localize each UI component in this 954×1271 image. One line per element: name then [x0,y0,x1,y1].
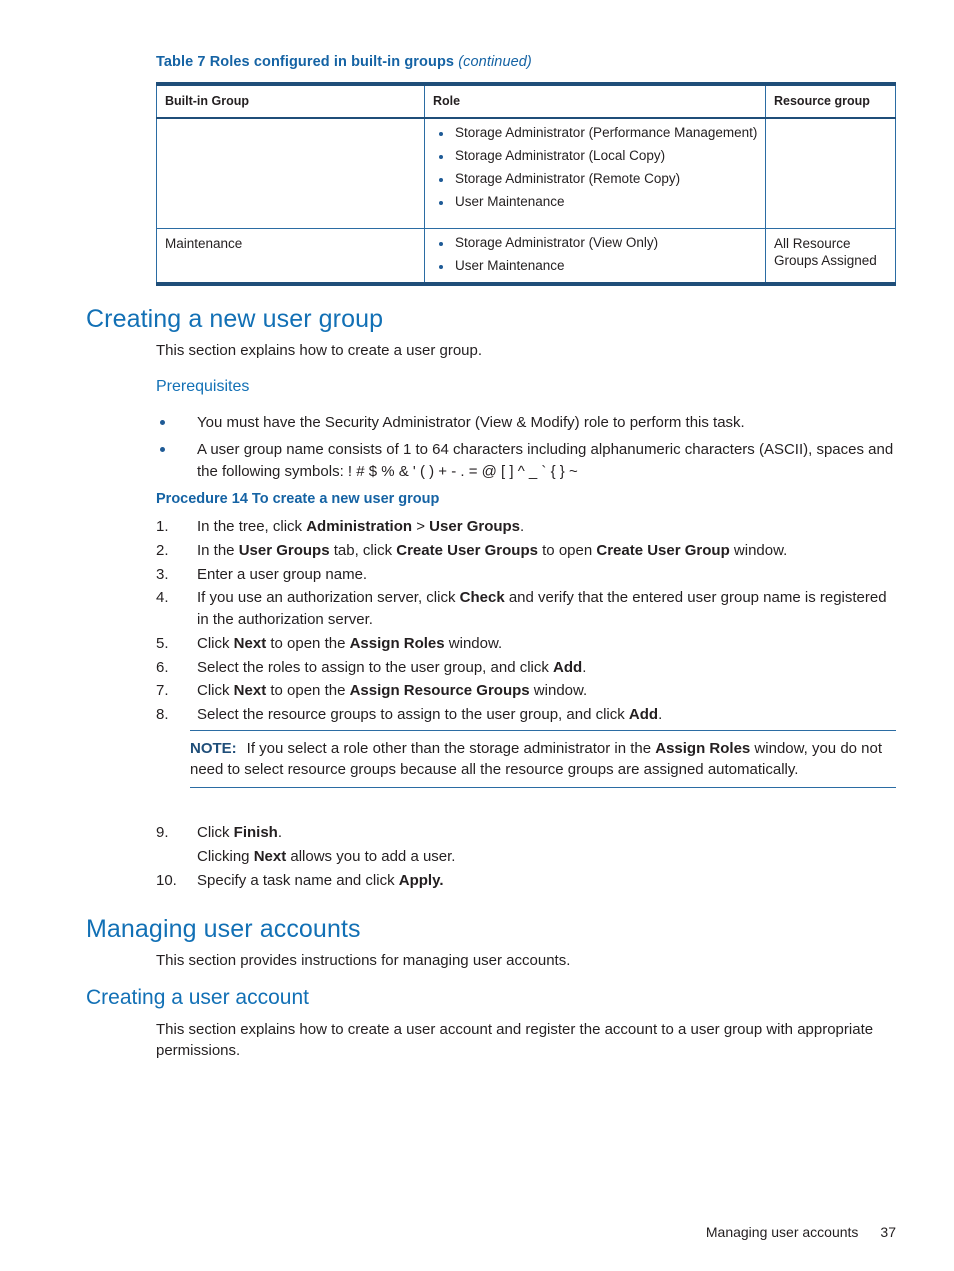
step-text: In the tree, click Administration > User… [197,518,525,535]
list-item: User Maintenance [433,194,757,211]
list-item: 5. Click Next to open the Assign Roles w… [156,633,896,655]
note-text: If you select a role other than the stor… [190,740,883,779]
table-row: Storage Administrator (Performance Manag… [156,117,896,229]
cell-resource-group: All Resource Groups Assigned [765,228,896,286]
cell-text: Maintenance [165,235,243,251]
procedure-steps-1-8: 1. In the tree, click Administration > U… [156,516,896,728]
step-number: 4. [156,589,169,607]
cell-built-in-group: Maintenance [156,228,425,286]
cell-text: All Resource Groups Assigned [774,235,877,269]
step-number: 2. [156,541,169,559]
step-text: Specify a task name and click Apply. [197,871,444,889]
intro-paragraph-creating-user-account: This section explains how to create a us… [156,1021,874,1060]
list-item: 7. Click Next to open the Assign Resourc… [156,680,896,702]
roles-table: Built-in Group Role Resource group Stora… [156,82,896,286]
procedure-steps-9-10: 9. Click Finish. Clicking Next allows yo… [156,822,896,893]
list-item: Storage Administrator (Local Copy) [433,148,757,165]
table-caption-continued: (continued) [458,54,532,70]
table-caption-main: Table 7 Roles configured in built-in gro… [156,54,455,70]
step-number: 9. [156,824,169,841]
procedure-heading: Procedure 14 To create a new user group [156,491,440,507]
role-list: Storage Administrator (Performance Manag… [433,125,757,211]
page-title-creating-user-group: Creating a new user group [86,305,384,333]
list-item: 4. If you use an authorization server, c… [156,587,896,631]
list-item: Storage Administrator (Remote Copy) [433,171,757,188]
list-item: User Maintenance [433,258,757,275]
intro-paragraph-user-group: This section explains how to create a us… [156,342,483,359]
column-header-role: Role [424,82,766,119]
footer-section-label: Managing user accounts [705,1224,859,1240]
list-item: You must have the Security Administrator… [156,412,896,433]
note-block: NOTE: If you select a role other than the… [190,730,896,788]
page-title-managing-user-accounts: Managing user accounts [86,915,361,943]
list-item: 3. Enter a user group name. [156,564,896,586]
step-number: 8. [156,706,169,723]
list-item: 2. In the User Groups tab, click Create … [156,540,896,562]
list-item: A user group name consists of 1 to 64 ch… [156,439,896,482]
prerequisites-list: You must have the Security Administrator… [156,412,896,488]
step-text: Click Next to open the Assign Resource G… [197,682,588,700]
cell-resource-group [765,117,896,229]
table-caption: Table 7 Roles configured in built-in gro… [156,54,532,70]
note-rule-bottom [190,786,896,788]
list-item: Storage Administrator (Performance Manag… [433,125,757,142]
step-number: 1. [156,518,169,535]
list-item: 8. Select the resource groups to assign … [156,704,896,726]
step-text: In the User Groups tab, click Create Use… [197,541,788,559]
step-text: Select the roles to assign to the user g… [197,658,587,676]
note-label: NOTE: [190,740,237,757]
table-header-row: Built-in Group Role Resource group [156,82,896,119]
intro-paragraph-user-accounts: This section provides instructions for m… [156,952,571,969]
table-row: Maintenance Storage Administrator (View … [156,228,896,286]
step-subtext: Clicking Next allows you to add a user. [197,847,456,865]
step-text: Select the resource groups to assign to … [197,706,663,723]
step-number: 7. [156,682,169,700]
step-number: 10. [156,871,177,889]
step-text: Enter a user group name. [197,565,368,583]
list-item: 1. In the tree, click Administration > U… [156,516,896,538]
section-heading-creating-user-account: Creating a user account [86,986,309,1009]
cell-role: Storage Administrator (Performance Manag… [424,117,766,229]
page-footer: Managing user accounts 37 [0,1224,896,1240]
list-item: Storage Administrator (View Only) [433,235,757,252]
step-text: If you use an authorization server, clic… [197,589,887,628]
list-item: 6. Select the roles to assign to the use… [156,657,896,679]
cell-built-in-group [156,117,425,229]
document-page: Table 7 Roles configured in built-in gro… [0,0,954,1271]
list-item: 9. Click Finish. Clicking Next allows yo… [156,822,896,868]
prerequisites-heading: Prerequisites [156,378,250,395]
list-item: 10. Specify a task name and click Apply. [156,870,896,892]
role-list: Storage Administrator (View Only) User M… [433,235,757,275]
step-text: Click Finish. [197,824,283,841]
step-number: 5. [156,634,169,652]
cell-role: Storage Administrator (View Only) User M… [424,228,766,286]
step-number: 6. [156,658,169,676]
column-header-resource-group: Resource group [765,82,896,119]
step-number: 3. [156,565,169,583]
column-header-built-in-group: Built-in Group [156,82,425,119]
note-body: NOTE: If you select a role other than the… [190,731,896,787]
footer-page-number: 37 [880,1224,896,1240]
step-text: Click Next to open the Assign Roles wind… [197,634,503,652]
